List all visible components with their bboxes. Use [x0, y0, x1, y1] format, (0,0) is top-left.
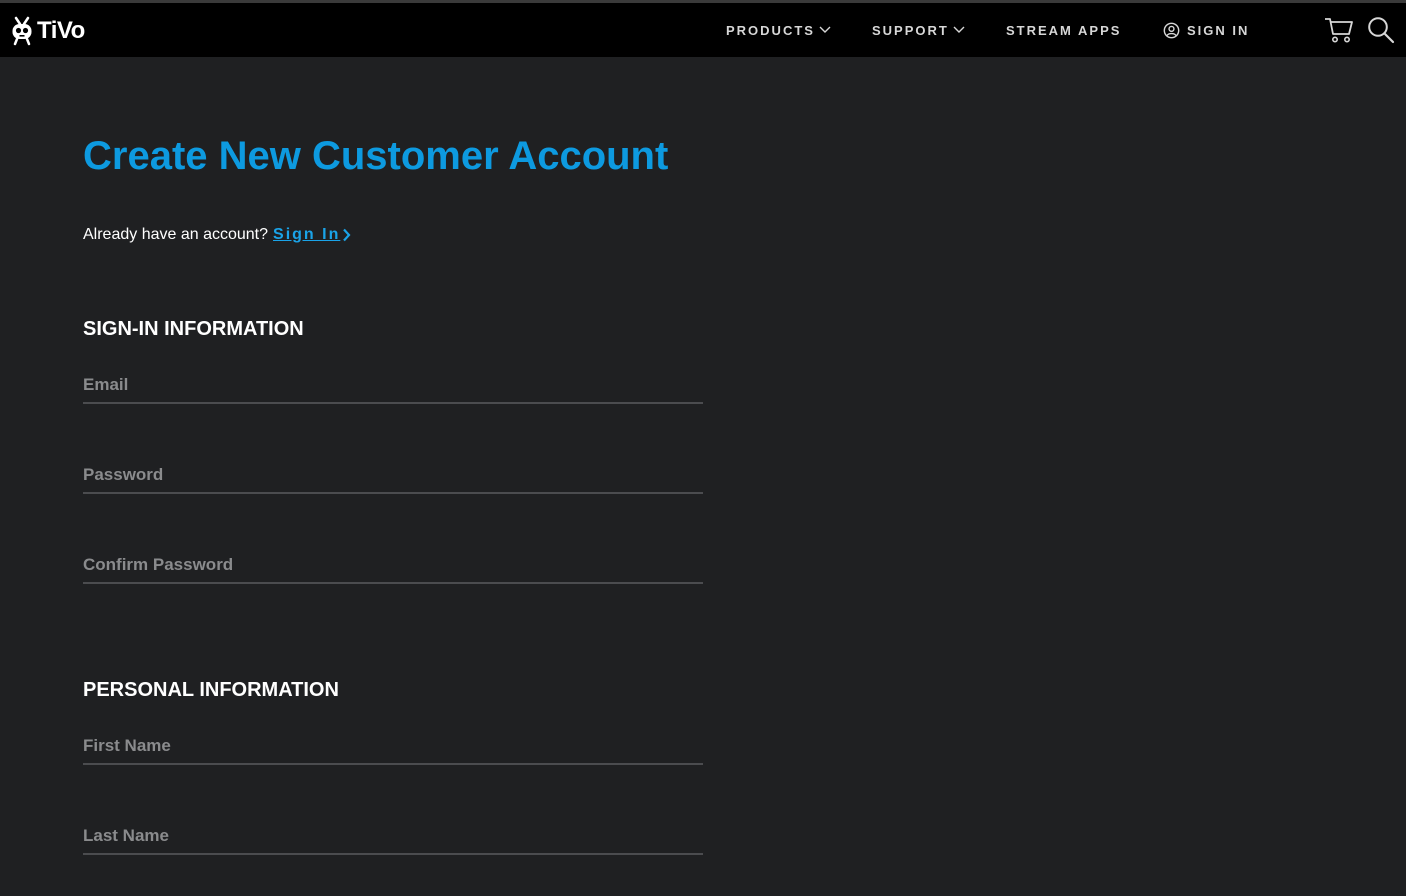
logo-text: TiVo	[37, 17, 85, 44]
nav-stream-apps-label: STREAM APPS	[1006, 22, 1122, 38]
already-have-account: Already have an account? Sign In	[83, 226, 351, 244]
sign-in-link[interactable]: Sign In	[273, 226, 340, 244]
first-name-field[interactable]	[83, 729, 703, 763]
chevron-down-icon	[819, 26, 831, 33]
user-circle-icon	[1163, 22, 1180, 38]
first-name-field-wrapper	[83, 729, 703, 765]
nav-products-label: PRODUCTS	[726, 22, 815, 38]
confirm-password-field-wrapper	[83, 548, 703, 584]
search-icon[interactable]	[1367, 16, 1395, 44]
nav-sign-in[interactable]: SIGN IN	[1163, 20, 1249, 40]
sign-in-information-heading: SIGN-IN INFORMATION	[83, 318, 304, 340]
nav-stream-apps[interactable]: STREAM APPS	[1006, 20, 1121, 40]
password-field-wrapper	[83, 458, 703, 494]
tivo-logo[interactable]: TiVo	[11, 14, 85, 48]
nav-support-label: SUPPORT	[872, 22, 949, 38]
email-field-wrapper	[83, 368, 703, 404]
page: TiVo PRODUCTS SUPPORT STREAM APPS SIGN I…	[0, 0, 1406, 896]
nav-products[interactable]: PRODUCTS	[726, 20, 831, 40]
already-text: Already have an account?	[83, 226, 269, 243]
top-navigation-bar: TiVo PRODUCTS SUPPORT STREAM APPS SIGN I…	[0, 0, 1406, 57]
page-title: Create New Customer Account	[83, 134, 669, 178]
last-name-field[interactable]	[83, 819, 703, 853]
chevron-down-icon	[953, 26, 965, 33]
last-name-field-wrapper	[83, 819, 703, 855]
nav-sign-in-label: SIGN IN	[1187, 22, 1250, 38]
chevron-right-icon[interactable]	[342, 228, 351, 242]
personal-information-heading: PERSONAL INFORMATION	[83, 679, 339, 701]
email-field[interactable]	[83, 368, 703, 402]
nav-support[interactable]: SUPPORT	[872, 20, 965, 40]
password-field[interactable]	[83, 458, 703, 492]
tivo-logo-icon	[12, 16, 32, 46]
confirm-password-field[interactable]	[83, 548, 703, 582]
cart-icon[interactable]	[1324, 16, 1354, 44]
